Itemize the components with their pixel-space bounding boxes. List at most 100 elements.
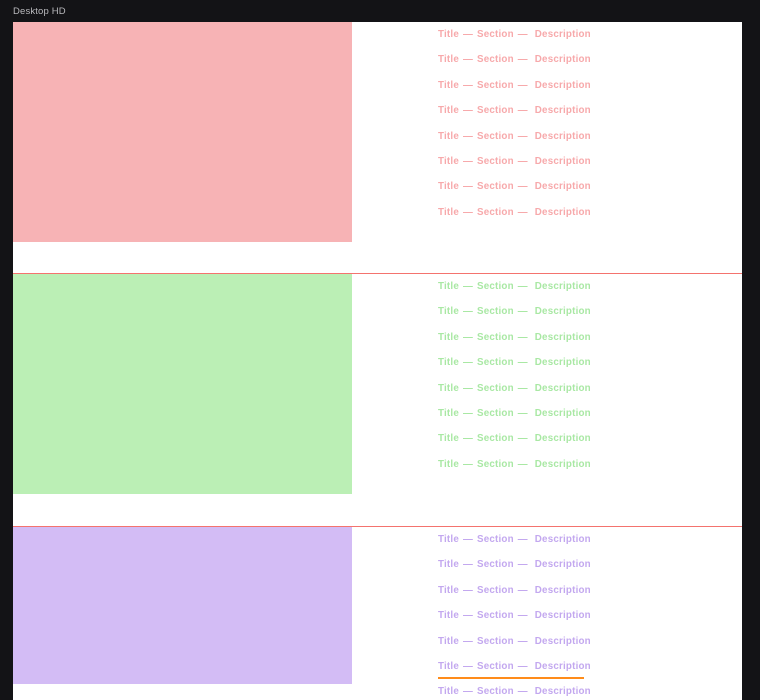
- artboard-canvas: Title—Section—DescriptionTitle—Section—D…: [13, 22, 742, 700]
- em-dash-separator: —: [518, 350, 528, 375]
- list-item[interactable]: Title—Section—Description: [438, 426, 584, 451]
- list-item-title: Title: [438, 654, 459, 679]
- list-item-description: Description: [535, 629, 591, 654]
- list-item-title: Title: [438, 629, 459, 654]
- list-item-section: Section: [477, 299, 514, 324]
- list-item[interactable]: Title—Section—Description: [438, 603, 584, 628]
- section-green: Title—Section—DescriptionTitle—Section—D…: [13, 273, 742, 526]
- em-dash-separator: —: [518, 73, 528, 98]
- list-item[interactable]: Title—Section—Description: [438, 629, 584, 654]
- em-dash-separator: —: [518, 452, 528, 477]
- list-item[interactable]: Title—Section—Description: [438, 274, 584, 299]
- list-item-section: Section: [477, 350, 514, 375]
- list-item-title: Title: [438, 47, 459, 72]
- list-item[interactable]: Title—Section—Description: [438, 73, 584, 98]
- list-item[interactable]: Title—Section—Description: [438, 149, 584, 174]
- em-dash-separator: —: [518, 325, 528, 350]
- em-dash-separator: —: [463, 527, 473, 552]
- list-item[interactable]: Title—Section—Description: [438, 350, 584, 375]
- list-item-section: Section: [477, 98, 514, 123]
- list-item-description: Description: [535, 452, 591, 477]
- list-item[interactable]: Title—Section—Description: [438, 654, 584, 679]
- list-item-description: Description: [535, 200, 591, 225]
- color-swatch-pink[interactable]: [13, 22, 352, 242]
- list-item-section: Section: [477, 401, 514, 426]
- em-dash-separator: —: [463, 629, 473, 654]
- em-dash-separator: —: [518, 22, 528, 47]
- list-item-section: Section: [477, 552, 514, 577]
- list-item[interactable]: Title—Section—Description: [438, 98, 584, 123]
- color-swatch-green[interactable]: [13, 274, 352, 494]
- em-dash-separator: —: [518, 299, 528, 324]
- list-item[interactable]: Title—Section—Description: [438, 679, 584, 700]
- list-item-section: Section: [477, 200, 514, 225]
- list-item[interactable]: Title—Section—Description: [438, 552, 584, 577]
- em-dash-separator: —: [463, 603, 473, 628]
- list-item-title: Title: [438, 679, 459, 700]
- list-item[interactable]: Title—Section—Description: [438, 174, 584, 199]
- list-item-section: Section: [477, 603, 514, 628]
- section-pink: Title—Section—DescriptionTitle—Section—D…: [13, 22, 742, 273]
- list-item[interactable]: Title—Section—Description: [438, 401, 584, 426]
- list-item[interactable]: Title—Section—Description: [438, 47, 584, 72]
- list-item-description: Description: [535, 274, 591, 299]
- section-inner: Title—Section—DescriptionTitle—Section—D…: [13, 527, 742, 700]
- em-dash-separator: —: [463, 149, 473, 174]
- item-list-pink: Title—Section—DescriptionTitle—Section—D…: [352, 22, 742, 225]
- list-item[interactable]: Title—Section—Description: [438, 452, 584, 477]
- list-item-section: Section: [477, 426, 514, 451]
- list-item-title: Title: [438, 124, 459, 149]
- list-item-section: Section: [477, 452, 514, 477]
- em-dash-separator: —: [463, 274, 473, 299]
- em-dash-separator: —: [518, 124, 528, 149]
- list-item-title: Title: [438, 401, 459, 426]
- list-item-description: Description: [535, 98, 591, 123]
- em-dash-separator: —: [463, 174, 473, 199]
- list-item[interactable]: Title—Section—Description: [438, 299, 584, 324]
- list-item-description: Description: [535, 401, 591, 426]
- em-dash-separator: —: [463, 654, 473, 679]
- list-item-description: Description: [535, 299, 591, 324]
- list-item-section: Section: [477, 376, 514, 401]
- list-item-title: Title: [438, 299, 459, 324]
- list-item[interactable]: Title—Section—Description: [438, 325, 584, 350]
- list-item[interactable]: Title—Section—Description: [438, 578, 584, 603]
- list-item[interactable]: Title—Section—Description: [438, 124, 584, 149]
- list-item-title: Title: [438, 376, 459, 401]
- list-item-description: Description: [535, 149, 591, 174]
- em-dash-separator: —: [463, 578, 473, 603]
- list-item[interactable]: Title—Section—Description: [438, 527, 584, 552]
- list-item-description: Description: [535, 47, 591, 72]
- list-item-title: Title: [438, 174, 459, 199]
- em-dash-separator: —: [518, 376, 528, 401]
- list-item-title: Title: [438, 603, 459, 628]
- em-dash-separator: —: [518, 149, 528, 174]
- em-dash-separator: —: [463, 22, 473, 47]
- em-dash-separator: —: [463, 401, 473, 426]
- list-item-section: Section: [477, 325, 514, 350]
- list-item-description: Description: [535, 325, 591, 350]
- em-dash-separator: —: [463, 376, 473, 401]
- list-item-title: Title: [438, 200, 459, 225]
- list-item-section: Section: [477, 679, 514, 700]
- list-item[interactable]: Title—Section—Description: [438, 22, 584, 47]
- list-item-title: Title: [438, 552, 459, 577]
- em-dash-separator: —: [463, 47, 473, 72]
- em-dash-separator: —: [518, 654, 528, 679]
- em-dash-separator: —: [463, 124, 473, 149]
- list-item-description: Description: [535, 426, 591, 451]
- em-dash-separator: —: [518, 174, 528, 199]
- list-item-description: Description: [535, 22, 591, 47]
- list-item-title: Title: [438, 98, 459, 123]
- list-item[interactable]: Title—Section—Description: [438, 376, 584, 401]
- section-inner: Title—Section—DescriptionTitle—Section—D…: [13, 274, 742, 494]
- em-dash-separator: —: [463, 552, 473, 577]
- em-dash-separator: —: [518, 274, 528, 299]
- list-item-description: Description: [535, 654, 591, 679]
- list-item[interactable]: Title—Section—Description: [438, 200, 584, 225]
- list-item-description: Description: [535, 679, 591, 700]
- color-swatch-purple[interactable]: [13, 527, 352, 684]
- list-item-section: Section: [477, 274, 514, 299]
- em-dash-separator: —: [518, 426, 528, 451]
- list-item-title: Title: [438, 149, 459, 174]
